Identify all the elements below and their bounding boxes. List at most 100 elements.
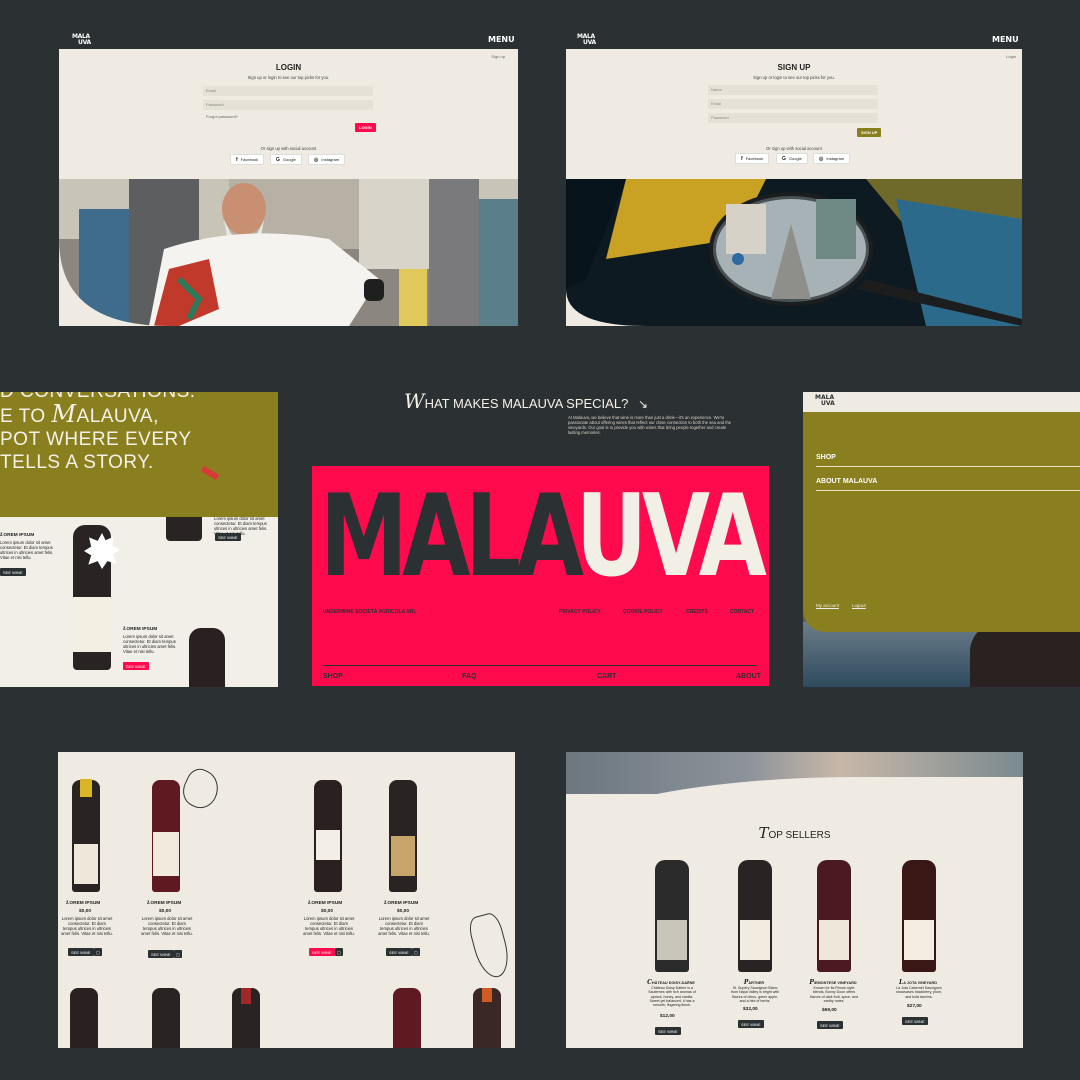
product-name: PARTNER [714, 979, 794, 986]
password-input[interactable]: Password [203, 100, 373, 110]
legal-credits[interactable]: CREDITS [686, 609, 708, 615]
see-wine-button[interactable]: SEE WINE [68, 948, 94, 956]
instagram-button[interactable]: ◎ Instagram [813, 153, 851, 164]
bottle-8 [393, 988, 421, 1048]
product-price: $0,00 [159, 909, 172, 914]
product-desc: Lorem ipsum dolor sit amet consectetur. … [61, 916, 113, 936]
cart-icon[interactable]: ▢ [335, 948, 343, 956]
bottle-6 [152, 988, 180, 1048]
product-name-text: OREM IPSUM [150, 901, 182, 906]
product-name-text: HÂTEAU DOISY-DAËNE [651, 981, 695, 985]
welcome-lorem-3: Lorem ipsum dolor sit amet consectetur. … [123, 634, 177, 654]
menu-logo[interactable]: MALA UVA [815, 395, 835, 407]
see-wine-button[interactable]: SEE WINE [309, 948, 335, 956]
footer-nav-about[interactable]: ABOUT [736, 673, 761, 680]
facebook-button[interactable]: f Facebook [735, 153, 770, 164]
product-desc: Château Doisy Daëne is a Sauternes with … [648, 986, 696, 1008]
see-wine-button[interactable]: SEE WINE [386, 948, 412, 956]
legal-contact[interactable]: CONTACT [730, 609, 754, 615]
menu-item-shop[interactable]: SHOP [816, 454, 836, 461]
email-input[interactable]: Email [708, 99, 878, 109]
shop-card: LOREM IPSUM $0,00 Lorem ipsum dolor sit … [58, 752, 515, 1048]
signup-button[interactable]: SIGN UP [857, 128, 882, 137]
bottle-cap [80, 779, 92, 797]
bottle-4 [389, 780, 417, 892]
google-icon: G [782, 155, 786, 162]
menu-item-about[interactable]: ABOUT MALAUVA [816, 478, 877, 485]
see-wine-button[interactable]: SEE WINE [123, 662, 149, 670]
product-name-text: A JOTA VINEYARD [903, 981, 937, 985]
product-name: LOREM IPSUM [123, 626, 157, 632]
welcome-headline: D CONVERSATIONS. E TO MALAUVA, POT WHERE… [0, 392, 196, 474]
google-button[interactable]: G Google [776, 153, 808, 164]
signup-link[interactable]: Sign up [491, 54, 505, 59]
logo-line2: UVA [821, 400, 835, 407]
legal-privacy[interactable]: PRIVACY POLICY [559, 609, 601, 615]
see-wine-button[interactable]: SEE WINE [817, 1021, 843, 1029]
email-input[interactable]: Email [203, 86, 373, 96]
special-drop-cap: W [404, 389, 425, 413]
instagram-label: Instagram [826, 156, 845, 161]
menu-top-strip [803, 392, 1080, 412]
footer-nav-cart[interactable]: CART [597, 673, 616, 680]
login-title: LOGIN [275, 63, 302, 72]
login-button[interactable]: LOGIN [355, 123, 376, 132]
product-name-text: ARTNER [748, 981, 765, 985]
product-price: $32,00 [743, 1007, 758, 1012]
menu-divider-2 [816, 490, 1080, 491]
bottle-7 [232, 988, 260, 1048]
my-account-link[interactable]: My account [816, 603, 839, 608]
product-name: LA JOTA VINEYARD [878, 979, 958, 986]
welcome-lorem-2: Lorem ipsum dolor sit amet consectetur. … [0, 540, 54, 560]
google-label: Google [282, 157, 296, 162]
bottle-label [819, 920, 849, 960]
login-link[interactable]: Login [1006, 54, 1016, 59]
product-name-text: OREM IPSUM [126, 627, 158, 632]
instagram-label: Instagram [321, 157, 340, 162]
see-wine-button[interactable]: SEE WINE [902, 1017, 928, 1025]
cheers-sketch-icon [466, 910, 514, 982]
menu-button[interactable]: MENU [488, 35, 515, 44]
see-wine-button[interactable]: SEE WINE [0, 568, 26, 576]
footer-nav-faq[interactable]: FAQ [462, 673, 476, 680]
product-name: LOREM IPSUM [147, 900, 181, 906]
product-price: $0,00 [79, 909, 92, 914]
password-input[interactable]: Password [708, 113, 878, 123]
product-name: LOREM IPSUM [308, 900, 342, 906]
cart-icon[interactable]: ▢ [412, 948, 420, 956]
google-label: Google [788, 156, 802, 161]
facebook-button[interactable]: f Facebook [230, 154, 265, 165]
see-wine-button[interactable]: SEE WINE [738, 1020, 764, 1028]
cart-icon[interactable]: ▢ [174, 950, 182, 958]
cart-icon[interactable]: ▢ [94, 948, 102, 956]
google-icon: G [276, 156, 280, 163]
bottle-label [657, 920, 687, 960]
headline-line2: E TO MALAUVA, [0, 402, 196, 428]
welcome-card: D CONVERSATIONS. E TO MALAUVA, POT WHERE… [0, 392, 278, 687]
login-subtitle: Sign up or login to see our top picks fo… [247, 75, 330, 80]
login-logo[interactable]: MALA UVA [72, 34, 91, 46]
product-name-text: OREM IPSUM [69, 901, 101, 906]
product-name-text: IEMONTESE VINEYARD [813, 981, 857, 985]
google-button[interactable]: G Google [270, 154, 302, 165]
menu-card: MALA UVA SHOP ABOUT MALAUVA My account L… [803, 392, 1080, 687]
product-name: LOREM IPSUM [66, 900, 100, 906]
see-wine-button[interactable]: SEE WINE [148, 950, 174, 958]
see-wine-button[interactable]: SEE WINE [655, 1027, 681, 1035]
wordmark-uva: UVA [575, 470, 767, 602]
headline-line4: TELLS A STORY. [0, 452, 154, 473]
see-wine-button[interactable]: SEE WINE [215, 533, 241, 541]
topsellers-title: TOP SELLERS [566, 824, 1023, 842]
menu-button[interactable]: MENU [992, 35, 1019, 44]
footer-nav-shop[interactable]: SHOP [323, 673, 343, 680]
logout-link[interactable]: Logout [852, 603, 866, 608]
forgot-password-link[interactable]: Forgot password? [206, 114, 238, 119]
name-input[interactable]: Name [708, 85, 878, 95]
instagram-button[interactable]: ◎ Instagram [308, 154, 346, 165]
signup-logo[interactable]: MALA UVA [577, 34, 596, 46]
bottle-label [391, 836, 415, 876]
bottle-label [153, 832, 179, 876]
legal-cookie[interactable]: COOKIE POLICY [623, 609, 663, 615]
product-price: $0,00 [321, 909, 334, 914]
footer-divider [323, 665, 757, 666]
